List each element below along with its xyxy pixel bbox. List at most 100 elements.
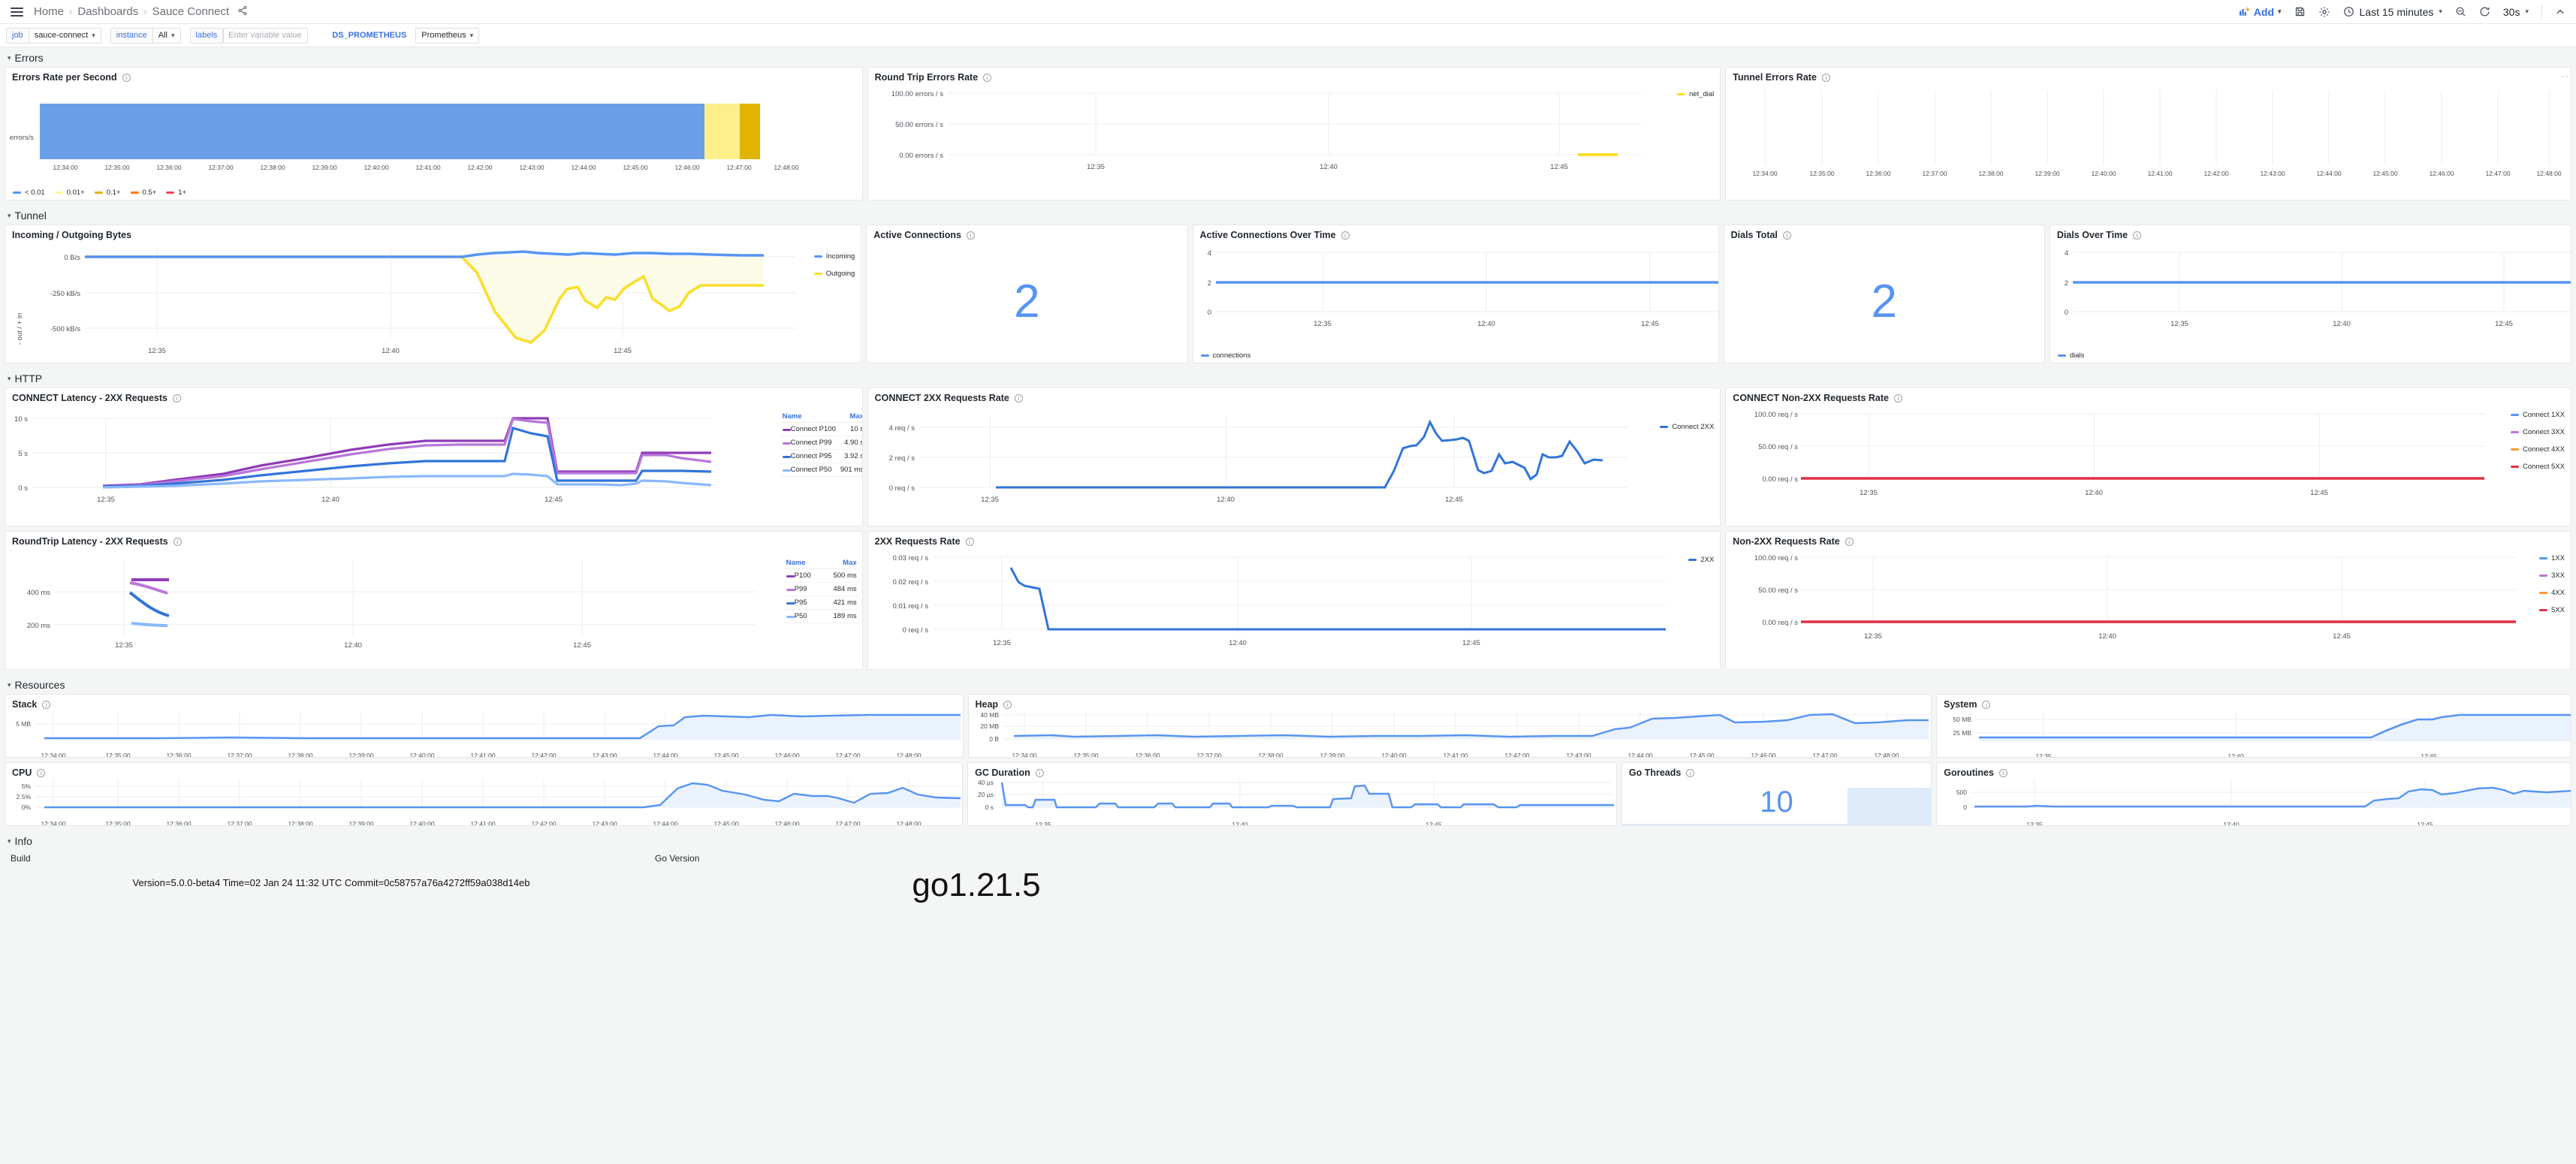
area-outgoing: [85, 257, 764, 342]
legend-row: Connect P50901 ms: [780, 463, 863, 477]
info-icon[interactable]: i: [1999, 769, 2007, 777]
row-header-errors[interactable]: ▾ Errors: [3, 47, 2573, 67]
y-axis-ticks: 100.00 req / s 50.00 req / s 0.00 req / …: [1754, 554, 1798, 627]
info-icon[interactable]: i: [173, 538, 182, 546]
info-icon[interactable]: i: [1894, 394, 1902, 403]
timeseries-chart[interactable]: 5% 2.5% 0%: [5, 778, 963, 816]
variable-labels-input[interactable]: [223, 28, 308, 44]
svg-text:0 s: 0 s: [985, 804, 994, 811]
info-icon[interactable]: i: [967, 231, 975, 240]
timeseries-chart[interactable]: 500 0: [1937, 778, 2571, 817]
svg-text:12:46:00: 12:46:00: [674, 164, 699, 171]
svg-text:12:46:00: 12:46:00: [774, 752, 799, 758]
legend-series-max: 901 ms: [838, 463, 863, 477]
svg-text:-500 kB/s: -500 kB/s: [50, 325, 80, 333]
breadcrumb-sauce-connect[interactable]: Sauce Connect: [152, 5, 230, 18]
info-icon[interactable]: i: [1783, 231, 1791, 240]
panel-body: - out / + in 0 B/s -250 kB/s -500 kB/s: [5, 240, 861, 363]
timeseries-chart[interactable]: 40 MB 20 MB 0 B: [969, 710, 1932, 747]
timeseries-chart[interactable]: - out / + in 0 B/s -250 kB/s -500 kB/s: [5, 240, 861, 360]
series-2xx: [1011, 568, 1666, 629]
timeseries-chart[interactable]: 10 s 5 s 0 s 12:35 12:40 1: [5, 403, 863, 520]
panel-header: Active Connections i: [867, 225, 1187, 240]
save-dashboard-icon[interactable]: [2294, 6, 2306, 17]
timeseries-chart[interactable]: 50 MB 25 MB: [1937, 710, 2571, 749]
legend-row: P50189 ms: [784, 610, 859, 623]
heatmap-chart[interactable]: errors/s 12:34:00 12:35:00 12:36:00 12:3…: [5, 83, 863, 173]
info-icon[interactable]: i: [2133, 231, 2141, 240]
info-icon[interactable]: i: [42, 701, 50, 709]
panel-menu-icon[interactable]: ⋮: [2560, 73, 2568, 81]
timeseries-chart[interactable]: 5 MB: [5, 710, 964, 747]
info-icon[interactable]: i: [122, 74, 131, 82]
row-header-resources[interactable]: ▾ Resources: [3, 674, 2573, 694]
svg-text:100.00 errors / s: 100.00 errors / s: [891, 90, 943, 98]
svg-text:12:40: 12:40: [2333, 320, 2351, 328]
refresh-icon[interactable]: [2479, 6, 2490, 17]
timeseries-chart[interactable]: 4 2 0 12:35 12:40 12:45: [2050, 240, 2571, 336]
svg-text:12:35:00: 12:35:00: [105, 820, 130, 826]
legend-item: 1XX: [2539, 554, 2565, 562]
info-icon[interactable]: i: [1015, 394, 1023, 403]
variable-job-select[interactable]: sauce-connect ▾: [29, 28, 101, 44]
timeseries-chart[interactable]: 0.03 req / s 0.02 req / s 0.01 req / s 0…: [868, 547, 1721, 663]
breadcrumb-home[interactable]: Home: [34, 5, 64, 18]
collapse-toolbar-icon[interactable]: [2555, 7, 2565, 17]
info-icon[interactable]: i: [1036, 769, 1044, 777]
legend-row: P100500 ms: [784, 569, 859, 583]
variable-instance-select[interactable]: All ▾: [152, 28, 181, 44]
panel-goroutines: Goroutines i 500 0: [1936, 762, 2571, 826]
svg-text:12:40:00: 12:40:00: [409, 752, 434, 758]
gear-icon[interactable]: [2318, 6, 2330, 18]
legend-header-max[interactable]: Max: [822, 557, 859, 569]
info-icon[interactable]: i: [1845, 538, 1854, 546]
svg-text:12:47:00: 12:47:00: [726, 164, 751, 171]
info-icon[interactable]: i: [173, 394, 181, 403]
stat-value-container: 2: [1724, 240, 2044, 363]
timeseries-chart[interactable]: 100.00 req / s 50.00 req / s 0.00 req / …: [1726, 547, 2571, 663]
row-title-tunnel: Tunnel: [15, 210, 47, 222]
svg-text:12:36:00: 12:36:00: [1135, 752, 1160, 758]
info-icon[interactable]: i: [983, 74, 991, 82]
panel-header: CPU i: [5, 763, 962, 778]
panel-tunnel-errors-rate: Tunnel Errors Rate i ⋮: [1725, 67, 2571, 201]
info-icon[interactable]: i: [1822, 74, 1830, 82]
share-icon[interactable]: [237, 5, 248, 19]
info-icon[interactable]: i: [1341, 231, 1350, 240]
time-range-picker[interactable]: Last 15 minutes ▾: [2343, 6, 2442, 18]
add-panel-button[interactable]: Add ▾: [2240, 6, 2282, 18]
timeseries-chart[interactable]: 400 ms 200 ms 12:35 12:40 12:45: [5, 547, 863, 663]
info-icon[interactable]: i: [1982, 701, 1990, 709]
hamburger-menu-icon[interactable]: [11, 8, 23, 17]
timeseries-chart[interactable]: 4 req / s 2 req / s 0 req / s 12:35 12:4…: [868, 403, 1721, 520]
legend-label: 0.1+: [107, 188, 121, 197]
svg-text:12:44:00: 12:44:00: [2317, 170, 2342, 177]
row-header-tunnel[interactable]: ▾ Tunnel: [3, 205, 2573, 225]
timeseries-chart[interactable]: 100.00 errors / s 50.00 errors / s 0.00 …: [868, 83, 1721, 199]
timeseries-chart[interactable]: 12:34:00 12:35:00 12:36:00 12:37:00 12:3…: [1726, 83, 2571, 195]
refresh-interval-picker[interactable]: 30s ▾: [2503, 6, 2529, 18]
legend-header-name[interactable]: Name: [780, 411, 838, 423]
info-icon[interactable]: i: [37, 769, 45, 777]
svg-text:12:42:00: 12:42:00: [467, 164, 492, 171]
info-icon[interactable]: i: [1003, 701, 1012, 709]
panel-body: 4 req / s 2 req / s 0 req / s 12:35 12:4…: [868, 403, 1721, 526]
timeseries-chart[interactable]: 100.00 req / s 50.00 req / s 0.00 req / …: [1726, 403, 2571, 520]
timeseries-chart[interactable]: 40 µs 20 µs 0 s: [968, 778, 1617, 817]
timeseries-chart[interactable]: 4 2 0 12:35 12:40 12:45: [1193, 240, 1719, 336]
zoom-out-icon[interactable]: [2455, 6, 2466, 17]
datasource-select[interactable]: Prometheus ▾: [415, 28, 479, 44]
row-header-info[interactable]: ▾ Info: [3, 831, 2573, 850]
breadcrumb-dashboards[interactable]: Dashboards: [77, 5, 138, 18]
svg-text:12:45: 12:45: [544, 496, 563, 504]
row-header-http[interactable]: ▾ HTTP: [3, 368, 2573, 387]
panel-title: Tunnel Errors Rate: [1733, 72, 1817, 83]
series-p95: [130, 593, 169, 616]
panel-title: Go Version: [653, 850, 1299, 864]
legend-header-name[interactable]: Name: [784, 557, 822, 569]
panel-legend: < 0.01 0.01+ 0.1+ 0.5+ 1+: [5, 187, 862, 200]
legend-item: 4XX: [2539, 589, 2565, 597]
info-icon[interactable]: i: [966, 538, 974, 546]
legend-header-max[interactable]: Max: [838, 411, 863, 423]
panel-header: Incoming / Outgoing Bytes: [5, 225, 861, 240]
